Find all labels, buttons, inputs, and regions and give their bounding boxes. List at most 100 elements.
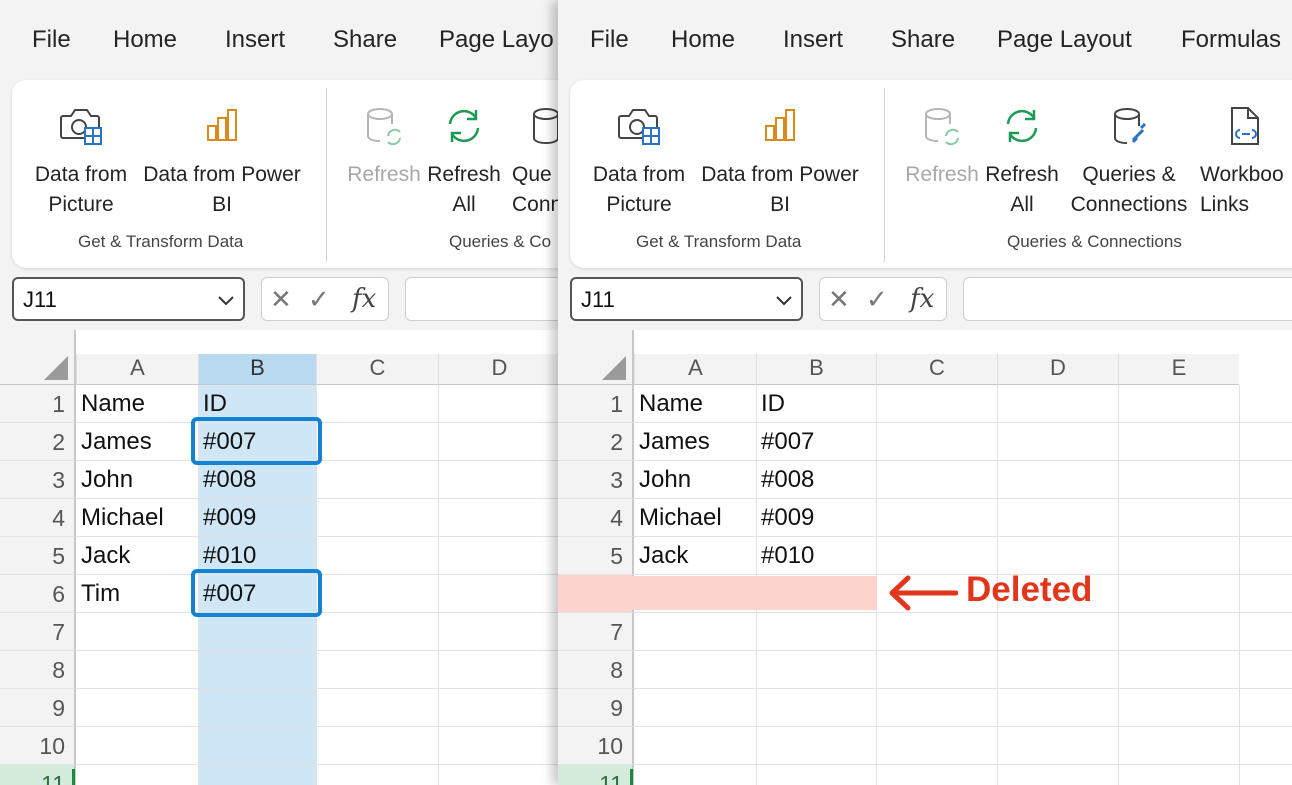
refresh-all-button[interactable]: Refresh All: [424, 80, 504, 230]
data-from-picture-button[interactable]: Data from Picture: [574, 80, 704, 230]
row-header-11[interactable]: 11: [0, 765, 76, 785]
cell-a1[interactable]: Name: [634, 385, 703, 423]
menu-file[interactable]: File: [32, 26, 71, 54]
column-header-c[interactable]: C: [876, 354, 997, 385]
row-header-6[interactable]: 6: [0, 575, 76, 613]
data-from-picture-label: Data from Picture: [34, 163, 128, 216]
cell-b4[interactable]: #009: [198, 499, 256, 537]
formula-bar[interactable]: [963, 277, 1292, 321]
database-plug-icon: [1114, 108, 1147, 144]
column-header-b[interactable]: B: [198, 354, 316, 385]
menu-file[interactable]: File: [590, 26, 629, 54]
menu-insert[interactable]: Insert: [783, 26, 843, 54]
cancel-icon[interactable]: ✕: [270, 284, 292, 315]
row-header-5[interactable]: 5: [558, 537, 634, 575]
cell-a5[interactable]: Jack: [76, 537, 130, 575]
check-icon[interactable]: ✓: [308, 284, 330, 315]
menu-formulas[interactable]: Formulas: [1181, 26, 1281, 54]
ribbon: Data from Picture Data from Power BI Get…: [570, 80, 1292, 268]
cell-a3[interactable]: John: [76, 461, 133, 499]
name-box[interactable]: J11: [12, 277, 245, 321]
row-header-8[interactable]: 8: [0, 651, 76, 689]
cell-a1[interactable]: Name: [76, 385, 145, 423]
menu-home[interactable]: Home: [671, 26, 735, 54]
queries-connections-button[interactable]: Que Conn: [506, 80, 558, 230]
gridline: [76, 688, 558, 689]
row-header-7[interactable]: 7: [558, 613, 634, 651]
row-header-3[interactable]: 3: [0, 461, 76, 499]
formula-bar[interactable]: [405, 277, 558, 321]
check-icon[interactable]: ✓: [866, 284, 888, 315]
row-header-10[interactable]: 10: [0, 727, 76, 765]
name-box[interactable]: J11: [570, 277, 803, 321]
row-header-3[interactable]: 3: [558, 461, 634, 499]
column-header-b[interactable]: B: [756, 354, 876, 385]
row-header-7[interactable]: 7: [0, 613, 76, 651]
column-header-d[interactable]: D: [997, 354, 1118, 385]
column-header-d[interactable]: D: [438, 354, 558, 385]
name-box-value: J11: [581, 287, 615, 312]
cell-b3[interactable]: #008: [756, 461, 814, 499]
refresh-label: Refresh: [347, 163, 421, 186]
menu-share[interactable]: Share: [891, 26, 955, 54]
data-from-power-bi-button[interactable]: Data from Power BI: [138, 80, 306, 230]
gridline: [634, 764, 1292, 765]
cell-a3[interactable]: John: [634, 461, 691, 499]
chevron-down-icon: [776, 296, 792, 306]
group-label-queries: Queries & Co: [449, 232, 552, 251]
menu-insert[interactable]: Insert: [225, 26, 285, 54]
column-header-a[interactable]: A: [634, 354, 756, 385]
row-header-2[interactable]: 2: [0, 423, 76, 461]
menu-page-layout[interactable]: Page Layo: [439, 26, 554, 54]
cell-b3[interactable]: #008: [198, 461, 256, 499]
gridline: [634, 422, 1292, 423]
column-header-c[interactable]: C: [316, 354, 438, 385]
fx-icon[interactable]: fx: [352, 284, 376, 314]
queries-connections-button[interactable]: Queries & Connections: [1064, 80, 1194, 230]
cell-b2[interactable]: #007: [756, 423, 814, 461]
menu-page-layout[interactable]: Page Layout: [997, 26, 1132, 54]
row-header-10[interactable]: 10: [558, 727, 634, 765]
select-all-corner[interactable]: [0, 330, 76, 385]
row-header-11[interactable]: 11: [558, 765, 634, 785]
camera-table-icon: [60, 109, 102, 145]
row-header-1[interactable]: 1: [558, 385, 634, 423]
cancel-icon[interactable]: ✕: [828, 284, 850, 315]
row-header-1[interactable]: 1: [0, 385, 76, 423]
cell-a5[interactable]: Jack: [634, 537, 688, 575]
refresh-all-button[interactable]: Refresh All: [982, 80, 1062, 230]
workbook-links-button[interactable]: Workboo Links: [1194, 80, 1292, 230]
select-all-corner[interactable]: [558, 330, 634, 385]
row-header-2[interactable]: 2: [558, 423, 634, 461]
row-header-4[interactable]: 4: [0, 499, 76, 537]
cell-b4[interactable]: #009: [756, 499, 814, 537]
row-header-4[interactable]: 4: [558, 499, 634, 537]
cell-a4[interactable]: Michael: [634, 499, 722, 537]
refresh-button[interactable]: Refresh: [902, 80, 982, 230]
menu-home[interactable]: Home: [113, 26, 177, 54]
cell-b5[interactable]: #010: [756, 537, 814, 575]
queries-label: Que Conn: [512, 163, 558, 216]
camera-table-icon: [618, 109, 660, 145]
gridline: [76, 650, 558, 651]
row-header-5[interactable]: 5: [0, 537, 76, 575]
cell-a2[interactable]: James: [634, 423, 710, 461]
gridline: [634, 498, 1292, 499]
row-header-8[interactable]: 8: [558, 651, 634, 689]
menu-share[interactable]: Share: [333, 26, 397, 54]
cell-a2[interactable]: James: [76, 423, 152, 461]
cell-a6[interactable]: Tim: [76, 575, 120, 613]
gridline: [634, 726, 1292, 727]
gridline: [634, 688, 1292, 689]
column-header-a[interactable]: A: [76, 354, 198, 385]
cell-b1[interactable]: ID: [756, 385, 785, 423]
fx-icon[interactable]: fx: [910, 284, 934, 314]
data-from-picture-button[interactable]: Data from Picture: [16, 80, 146, 230]
refresh-button[interactable]: Refresh: [344, 80, 424, 230]
row-header-9[interactable]: 9: [0, 689, 76, 727]
workbook-links-label: Workboo Links: [1200, 163, 1284, 216]
data-from-power-bi-button[interactable]: Data from Power BI: [696, 80, 864, 230]
row-header-9[interactable]: 9: [558, 689, 634, 727]
cell-a4[interactable]: Michael: [76, 499, 164, 537]
column-header-e[interactable]: E: [1118, 354, 1239, 385]
